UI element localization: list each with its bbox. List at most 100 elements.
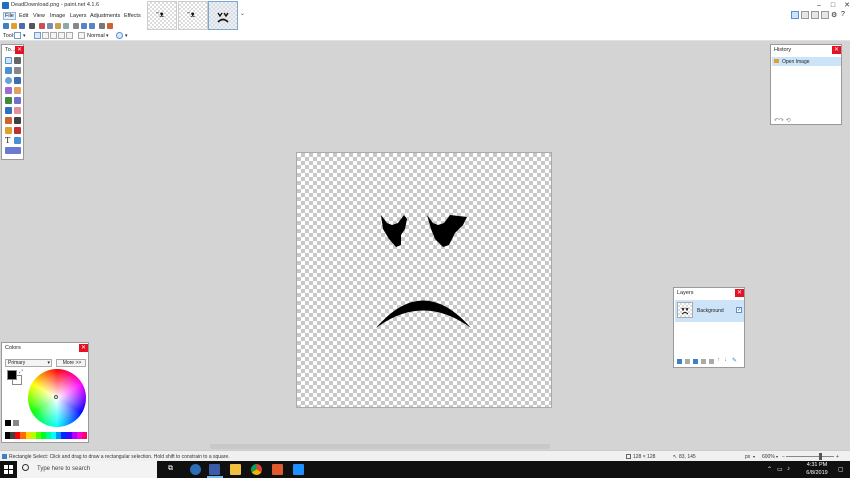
pencil-tool-icon[interactable]	[5, 117, 12, 124]
menu-file[interactable]: File	[3, 12, 16, 20]
recolor-tool-icon[interactable]	[14, 127, 21, 134]
tools-window-toggle-icon[interactable]	[791, 11, 799, 19]
ellipse-select-tool-icon[interactable]	[5, 77, 12, 84]
duplicate-layer-icon[interactable]	[693, 359, 698, 364]
move-selection-tool-icon[interactable]	[14, 67, 21, 74]
colors-window-toggle-icon[interactable]	[821, 11, 829, 19]
color-picker-tool-icon[interactable]	[14, 117, 21, 124]
volume-icon[interactable]: ♪	[787, 466, 790, 472]
history-window-toggle-icon[interactable]	[801, 11, 809, 19]
layer-properties-icon[interactable]	[709, 359, 714, 364]
image-tab-active[interactable]	[208, 1, 238, 30]
layers-window-toggle-icon[interactable]	[811, 11, 819, 19]
menu-adjustments[interactable]: Adjustments	[90, 13, 120, 19]
menu-image[interactable]: Image	[50, 13, 65, 19]
print-icon[interactable]	[29, 23, 35, 29]
menu-edit[interactable]: Edit	[19, 13, 28, 19]
zoom-slider-thumb[interactable]	[819, 453, 822, 460]
chrome-icon[interactable]	[251, 464, 262, 475]
antialiasing-icon[interactable]	[116, 32, 123, 39]
merge-layer-icon[interactable]	[701, 359, 706, 364]
tool-selector-button[interactable]	[14, 32, 21, 39]
selection-mode-replace-icon[interactable]	[34, 32, 41, 39]
copy-icon[interactable]	[47, 23, 53, 29]
image-canvas[interactable]	[296, 152, 552, 408]
file-explorer-icon[interactable]	[230, 464, 241, 475]
primary-color-swatch[interactable]	[7, 370, 17, 380]
undo-icon[interactable]	[81, 23, 87, 29]
open-folder-icon[interactable]	[11, 23, 17, 29]
paste-icon[interactable]	[55, 23, 61, 29]
history-item[interactable]: Open Image	[772, 57, 841, 66]
paint-bucket-tool-icon[interactable]	[5, 97, 12, 104]
selection-mode-intersect-icon[interactable]	[58, 32, 65, 39]
swap-colors-icon[interactable]: ⤢	[19, 369, 23, 375]
shapes-tool-icon[interactable]	[5, 147, 21, 154]
close-icon[interactable]: ✕	[832, 46, 841, 54]
rectangle-select-tool-icon[interactable]	[5, 57, 12, 64]
chevron-down-icon[interactable]: ▾	[106, 33, 109, 39]
more-colors-button[interactable]: More >>	[56, 359, 86, 367]
selection-mode-exclude-icon[interactable]	[50, 32, 57, 39]
chevron-down-icon[interactable]: ▾	[776, 454, 778, 459]
settings-gear-icon[interactable]: ⚙	[831, 11, 839, 19]
chevron-down-icon[interactable]: ▾	[23, 33, 26, 39]
menu-view[interactable]: View	[33, 13, 45, 19]
save-icon[interactable]	[19, 23, 25, 29]
chevron-down-icon[interactable]: ▾	[753, 454, 755, 459]
close-window-button[interactable]: ✕	[840, 2, 850, 10]
grid-icon[interactable]	[99, 23, 105, 29]
horizontal-scrollbar[interactable]	[210, 444, 550, 449]
zoom-in-icon[interactable]: +	[836, 454, 839, 460]
menu-effects[interactable]: Effects	[124, 13, 141, 19]
gradient-tool-icon[interactable]	[14, 97, 21, 104]
zoom-out-icon[interactable]: −	[782, 454, 785, 460]
paintnet-taskbar-icon[interactable]	[209, 464, 220, 475]
layer-tools-icon[interactable]: ✎	[732, 357, 737, 364]
help-icon[interactable]: ?	[841, 11, 849, 19]
maximize-button[interactable]: □	[826, 2, 840, 10]
close-icon[interactable]: ✕	[735, 289, 744, 297]
move-selected-tool-icon[interactable]	[14, 57, 21, 64]
image-tab-thumbnail[interactable]: ᵔᴥ	[147, 1, 177, 30]
mail-app-icon[interactable]	[272, 464, 283, 475]
crop-icon[interactable]	[63, 23, 69, 29]
ruler-icon[interactable]	[107, 23, 113, 29]
magic-wand-tool-icon[interactable]	[5, 87, 12, 94]
flood-mode-icon[interactable]	[78, 32, 85, 39]
taskbar-date[interactable]: 6/8/2019	[803, 470, 831, 476]
selection-mode-union-icon[interactable]	[42, 32, 49, 39]
zoom-slider[interactable]	[786, 456, 834, 457]
redo-icon[interactable]	[89, 23, 95, 29]
delete-layer-icon[interactable]	[685, 359, 690, 364]
palette-menu-icon[interactable]	[5, 420, 11, 426]
deselect-icon[interactable]	[73, 23, 79, 29]
blend-mode-select[interactable]: Normal	[87, 33, 105, 39]
color-mode-dropdown[interactable]: Primary ▾	[5, 359, 52, 367]
line-curve-tool-icon[interactable]	[14, 137, 21, 144]
menu-layers[interactable]: Layers	[70, 13, 87, 19]
battery-icon[interactable]: ▭	[777, 466, 783, 473]
selection-mode-invert-icon[interactable]	[66, 32, 73, 39]
paintnet-window-icon[interactable]	[293, 464, 304, 475]
pan-tool-icon[interactable]	[14, 87, 21, 94]
zoom-tool-icon[interactable]	[14, 77, 21, 84]
color-wheel[interactable]	[28, 369, 86, 427]
tabs-dropdown-icon[interactable]: ⌄	[240, 10, 245, 17]
minimize-button[interactable]: –	[812, 2, 826, 10]
reset-colors-icon[interactable]	[13, 420, 19, 426]
move-layer-down-icon[interactable]: ↓	[724, 357, 727, 363]
units-select[interactable]: px	[745, 454, 750, 460]
lasso-select-tool-icon[interactable]	[5, 67, 12, 74]
system-tray-chevron-icon[interactable]: ⌃	[767, 466, 772, 473]
taskbar-time[interactable]: 4:31 PM	[803, 462, 831, 468]
taskbar-search-box[interactable]: Type here to search	[17, 461, 157, 478]
task-view-icon[interactable]: ⧉	[168, 465, 173, 473]
color-palette[interactable]	[5, 432, 87, 439]
layer-row[interactable]: Background ✓	[675, 300, 744, 322]
paintbrush-tool-icon[interactable]	[5, 107, 12, 114]
zoom-level[interactable]: 600%	[762, 454, 775, 460]
layer-visibility-checkbox[interactable]: ✓	[736, 307, 742, 313]
notifications-icon[interactable]: ▢	[838, 466, 844, 473]
image-tab-thumbnail[interactable]: ᵔᴥ	[178, 1, 208, 30]
